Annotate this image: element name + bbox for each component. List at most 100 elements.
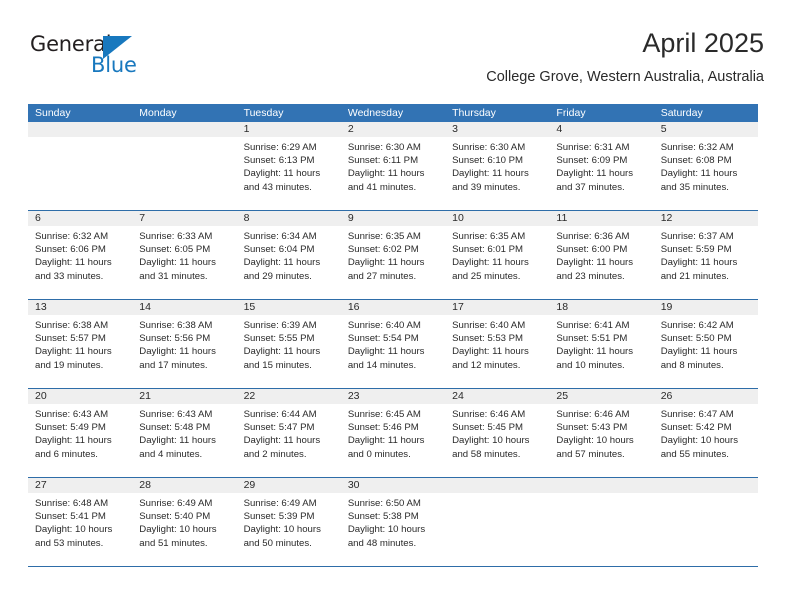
day-detail-line: Daylight: 10 hours: [347, 524, 426, 536]
day-details: Sunrise: 6:43 AM Sunset: 5:48 PM Daylight:…: [132, 404, 236, 461]
week-row: 1 Sunrise: 6:29 AM Sunset: 6:13 PM Daylight…: [28, 122, 758, 211]
day-cell-15[interactable]: 15 Sunrise: 6:39 AM Sunset: 5:55 PM Dayligh…: [236, 300, 341, 388]
week-row: 13 Sunrise: 6:38 AM Sunset: 5:57 PM Dayligh…: [28, 300, 758, 389]
day-cell-27[interactable]: 27 Sunrise: 6:48 AM Sunset: 5:41 PM Dayligh…: [28, 478, 133, 566]
day-number: 16: [340, 300, 446, 315]
day-detail-line: Sunset: 6:09 PM: [556, 155, 628, 167]
day-details: Sunrise: 6:46 AM Sunset: 5:43 PM Daylight:…: [549, 404, 653, 461]
day-cell-10[interactable]: 10 Sunrise: 6:35 AM Sunset: 6:01 PM Dayligh…: [445, 211, 550, 299]
day-detail-line: Daylight: 11 hours: [35, 435, 112, 447]
day-detail-line: Sunrise: 6:44 AM: [243, 409, 317, 420]
page-title: April 2025: [642, 28, 764, 58]
day-details: Sunrise: 6:32 AM Sunset: 6:06 PM Daylight:…: [28, 226, 132, 283]
day-number: [28, 122, 133, 137]
day-details: Sunrise: 6:38 AM Sunset: 5:56 PM Daylight:…: [132, 315, 236, 372]
day-details: Sunrise: 6:29 AM Sunset: 6:13 PM Daylight:…: [237, 137, 341, 194]
day-cell-29[interactable]: 29 Sunrise: 6:49 AM Sunset: 5:39 PM Dayligh…: [236, 478, 341, 566]
day-cell-empty[interactable]: [445, 478, 550, 566]
weekday-header-thursday: Thursday: [452, 107, 496, 119]
day-cell-28[interactable]: 28 Sunrise: 6:49 AM Sunset: 5:40 PM Dayligh…: [132, 478, 237, 566]
day-number: 1: [236, 122, 341, 137]
day-cell-empty[interactable]: [28, 122, 133, 210]
general-blue-logo: General Blue: [28, 32, 208, 88]
day-cell-7[interactable]: 7 Sunrise: 6:33 AM Sunset: 6:05 PM Daylight…: [132, 211, 237, 299]
day-cell-3[interactable]: 3 Sunrise: 6:30 AM Sunset: 6:10 PM Daylight…: [445, 122, 550, 210]
day-detail-line: and 23 minutes.: [556, 270, 625, 282]
day-cell-empty[interactable]: [132, 122, 237, 210]
day-cell-17[interactable]: 17 Sunrise: 6:40 AM Sunset: 5:53 PM Dayligh…: [445, 300, 550, 388]
day-number: 21: [132, 389, 237, 404]
day-cell-11[interactable]: 11 Sunrise: 6:36 AM Sunset: 6:00 PM Dayligh…: [549, 211, 654, 299]
day-details: Sunrise: 6:48 AM Sunset: 5:41 PM Daylight:…: [28, 493, 132, 550]
day-details: Sunrise: 6:42 AM Sunset: 5:50 PM Daylight:…: [654, 315, 758, 372]
day-number: 5: [653, 122, 758, 137]
day-cell-6[interactable]: 6 Sunrise: 6:32 AM Sunset: 6:06 PM Daylight…: [28, 211, 133, 299]
day-cell-13[interactable]: 13 Sunrise: 6:38 AM Sunset: 5:57 PM Dayligh…: [28, 300, 133, 388]
day-detail-line: Sunset: 6:01 PM: [452, 244, 524, 256]
day-cell-19[interactable]: 19 Sunrise: 6:42 AM Sunset: 5:50 PM Dayligh…: [653, 300, 758, 388]
day-detail-line: Sunset: 6:13 PM: [243, 155, 315, 167]
day-details: Sunrise: 6:36 AM Sunset: 6:00 PM Daylight:…: [549, 226, 653, 283]
day-detail-line: and 8 minutes.: [660, 359, 724, 371]
day-cell-23[interactable]: 23 Sunrise: 6:45 AM Sunset: 5:46 PM Dayligh…: [340, 389, 446, 477]
day-number: 20: [28, 389, 133, 404]
weekday-header-sunday: Sunday: [35, 107, 71, 119]
day-details: Sunrise: 6:46 AM Sunset: 5:45 PM Daylight:…: [445, 404, 549, 461]
day-cell-8[interactable]: 8 Sunrise: 6:34 AM Sunset: 6:04 PM Daylight…: [236, 211, 341, 299]
day-cell-1[interactable]: 1 Sunrise: 6:29 AM Sunset: 6:13 PM Daylight…: [236, 122, 341, 210]
day-cell-empty[interactable]: [653, 478, 758, 566]
day-cell-empty[interactable]: [549, 478, 654, 566]
day-cell-2[interactable]: 2 Sunrise: 6:30 AM Sunset: 6:11 PM Daylight…: [340, 122, 446, 210]
day-cell-21[interactable]: 21 Sunrise: 6:43 AM Sunset: 5:48 PM Dayligh…: [132, 389, 237, 477]
day-detail-line: and 4 minutes.: [139, 448, 203, 460]
day-detail-line: and 29 minutes.: [243, 270, 312, 282]
day-detail-line: Daylight: 11 hours: [35, 257, 112, 269]
weekday-header-wednesday: Wednesday: [347, 107, 404, 119]
day-detail-line: Sunrise: 6:45 AM: [347, 409, 421, 420]
day-detail-line: Sunset: 5:56 PM: [139, 333, 211, 345]
day-detail-line: Sunset: 5:54 PM: [347, 333, 419, 345]
day-detail-line: Sunset: 6:04 PM: [243, 244, 315, 256]
week-row: 27 Sunrise: 6:48 AM Sunset: 5:41 PM Dayligh…: [28, 478, 758, 567]
day-detail-line: Daylight: 11 hours: [347, 257, 425, 269]
day-number: 18: [549, 300, 654, 315]
day-detail-line: Daylight: 11 hours: [556, 168, 634, 180]
day-detail-line: and 50 minutes.: [243, 537, 312, 549]
day-cell-4[interactable]: 4 Sunrise: 6:31 AM Sunset: 6:09 PM Daylight…: [549, 122, 654, 210]
day-cell-24[interactable]: 24 Sunrise: 6:46 AM Sunset: 5:45 PM Dayligh…: [445, 389, 550, 477]
day-detail-line: Sunrise: 6:42 AM: [660, 320, 734, 331]
day-details: Sunrise: 6:47 AM Sunset: 5:42 PM Daylight:…: [654, 404, 758, 461]
day-details: Sunrise: 6:40 AM Sunset: 5:54 PM Daylight:…: [341, 315, 445, 372]
day-cell-12[interactable]: 12 Sunrise: 6:37 AM Sunset: 5:59 PM Dayligh…: [653, 211, 758, 299]
day-detail-line: Sunrise: 6:43 AM: [35, 409, 109, 420]
day-cell-20[interactable]: 20 Sunrise: 6:43 AM Sunset: 5:49 PM Dayligh…: [28, 389, 133, 477]
day-details: Sunrise: 6:35 AM Sunset: 6:02 PM Daylight:…: [341, 226, 445, 283]
day-detail-line: Daylight: 11 hours: [660, 257, 738, 269]
day-number: 6: [28, 211, 133, 226]
day-cell-22[interactable]: 22 Sunrise: 6:44 AM Sunset: 5:47 PM Dayligh…: [236, 389, 341, 477]
day-number: 23: [340, 389, 446, 404]
weekday-header-friday: Friday: [556, 107, 586, 119]
day-cell-9[interactable]: 9 Sunrise: 6:35 AM Sunset: 6:02 PM Daylight…: [340, 211, 446, 299]
day-detail-line: and 27 minutes.: [347, 270, 417, 282]
day-cell-25[interactable]: 25 Sunrise: 6:46 AM Sunset: 5:43 PM Dayligh…: [549, 389, 654, 477]
day-detail-line: Daylight: 11 hours: [347, 435, 425, 447]
day-detail-line: Sunrise: 6:32 AM: [35, 231, 109, 242]
day-detail-line: Sunrise: 6:37 AM: [660, 231, 734, 242]
day-details: Sunrise: 6:40 AM Sunset: 5:53 PM Daylight:…: [445, 315, 549, 372]
day-detail-line: and 2 minutes.: [243, 448, 307, 460]
day-detail-line: and 19 minutes.: [35, 359, 104, 371]
day-cell-30[interactable]: 30 Sunrise: 6:50 AM Sunset: 5:38 PM Dayligh…: [340, 478, 446, 566]
day-detail-line: Daylight: 11 hours: [347, 346, 425, 358]
day-cell-5[interactable]: 5 Sunrise: 6:32 AM Sunset: 6:08 PM Daylight…: [653, 122, 758, 210]
day-detail-line: Sunrise: 6:31 AM: [556, 142, 630, 153]
day-details: Sunrise: 6:38 AM Sunset: 5:57 PM Daylight:…: [28, 315, 132, 372]
day-cell-18[interactable]: 18 Sunrise: 6:41 AM Sunset: 5:51 PM Dayligh…: [549, 300, 654, 388]
day-detail-line: Sunset: 5:42 PM: [660, 422, 732, 434]
day-detail-line: Sunrise: 6:47 AM: [660, 409, 734, 420]
day-cell-14[interactable]: 14 Sunrise: 6:38 AM Sunset: 5:56 PM Dayligh…: [132, 300, 237, 388]
day-cell-16[interactable]: 16 Sunrise: 6:40 AM Sunset: 5:54 PM Dayligh…: [340, 300, 446, 388]
day-number: [445, 478, 550, 493]
day-cell-26[interactable]: 26 Sunrise: 6:47 AM Sunset: 5:42 PM Dayligh…: [653, 389, 758, 477]
day-detail-line: Daylight: 11 hours: [243, 168, 321, 180]
